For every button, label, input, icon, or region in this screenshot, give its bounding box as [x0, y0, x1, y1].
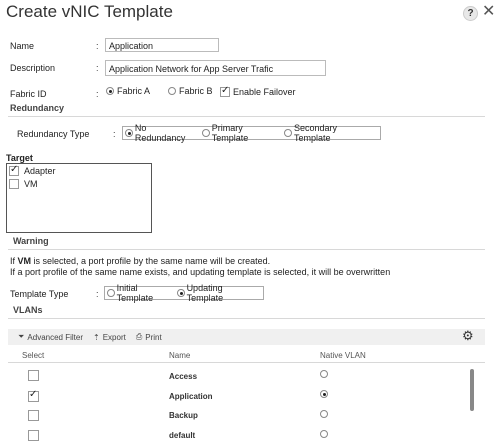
failover-checkbox[interactable] — [220, 85, 230, 97]
table-row[interactable] — [28, 389, 39, 403]
option-label: Secondary Template — [293, 123, 337, 143]
divider — [8, 116, 485, 117]
fabric-id-label: Fabric ID — [10, 89, 47, 99]
column-header-native-vlan[interactable]: Native VLAN — [320, 351, 366, 360]
target-list: Adapter VM — [6, 163, 152, 233]
radio-selected-icon[interactable] — [320, 389, 328, 398]
colon: : — [96, 63, 99, 73]
advanced-filter-label: Advanced Filter — [27, 332, 83, 342]
table-row[interactable] — [28, 370, 39, 382]
name-input[interactable]: Application — [105, 38, 219, 52]
native-vlan-radio[interactable] — [320, 388, 328, 398]
redundancy-type-label: Redundancy Type — [17, 129, 90, 139]
enable-failover-label: Enable Failover — [233, 87, 296, 97]
table-row[interactable] — [28, 410, 39, 422]
target-item-label: VM — [24, 178, 38, 189]
description-label: Description — [10, 63, 56, 73]
warning-text: is selected, a port profile by the same … — [31, 256, 271, 266]
description-input[interactable]: Application Network for App Server Trafi… — [105, 60, 326, 76]
colon: : — [96, 41, 99, 51]
vlan-name: Access — [169, 372, 198, 381]
redundancy-section-title: Redundancy — [10, 103, 65, 113]
redundancy-type-group: No Redundancy Primary Template Secondary… — [122, 123, 381, 143]
name-label: Name — [10, 41, 35, 51]
target-item-adapter[interactable]: Adapter — [7, 164, 151, 177]
fabric-b-label: Fabric B — [179, 86, 213, 96]
radio-unselected-icon[interactable] — [320, 409, 328, 418]
native-vlan-radio[interactable] — [320, 408, 328, 418]
row-select-checkbox[interactable] — [28, 430, 39, 442]
warning-emphasis: VM — [17, 256, 32, 266]
print-icon: ⎙ — [135, 332, 143, 341]
template-option-initial[interactable]: Initial Template — [107, 283, 173, 303]
template-option-updating[interactable]: Updating Template — [176, 283, 257, 303]
target-section-title: Target — [6, 153, 33, 163]
fabric-a-option[interactable]: Fabric A — [106, 86, 150, 96]
export-button[interactable]: ⇡ Export — [93, 333, 126, 342]
radio-selected-icon[interactable] — [106, 87, 114, 95]
enable-failover-option[interactable]: Enable Failover — [220, 85, 296, 97]
target-item-label: Adapter — [24, 165, 56, 176]
vlan-name: default — [169, 431, 196, 440]
print-label: Print — [145, 332, 162, 342]
radio-unselected-icon[interactable] — [320, 429, 328, 438]
radio-unselected-icon[interactable] — [320, 369, 328, 378]
warning-line-1: If VM is selected, a port profile by the… — [10, 256, 270, 266]
divider — [8, 318, 485, 319]
warning-text: If — [10, 256, 18, 266]
column-header-name[interactable]: Name — [169, 351, 190, 360]
redundancy-option-secondary[interactable]: Secondary Template — [284, 123, 374, 143]
gear-icon[interactable]: ⚙ — [462, 328, 474, 344]
option-label: Initial Template — [116, 283, 154, 303]
option-label: Updating Template — [186, 283, 224, 303]
template-type-label: Template Type — [10, 289, 69, 299]
adapter-checkbox[interactable] — [9, 164, 19, 176]
export-icon: ⇡ — [93, 332, 100, 342]
row-select-checkbox[interactable] — [28, 389, 39, 403]
row-select-checkbox[interactable] — [28, 410, 39, 422]
target-item-vm[interactable]: VM — [7, 177, 151, 190]
table-scrollbar[interactable] — [470, 369, 474, 411]
vm-checkbox[interactable] — [9, 178, 19, 189]
help-icon[interactable]: ? — [463, 6, 478, 21]
warning-line-2: If a port profile of the same name exist… — [10, 267, 391, 277]
redundancy-option-primary[interactable]: Primary Template — [201, 123, 280, 143]
advanced-filter-button[interactable]: ⏷ Advanced Filter — [18, 332, 83, 342]
table-row[interactable] — [28, 430, 39, 442]
colon: : — [113, 129, 116, 139]
radio-unselected-icon[interactable] — [201, 129, 210, 137]
radio-selected-icon[interactable] — [176, 289, 185, 297]
vlan-name: Application — [169, 392, 213, 401]
fabric-a-label: Fabric A — [117, 86, 151, 96]
dialog-title: Create vNIC Template — [6, 2, 173, 21]
radio-unselected-icon[interactable] — [107, 289, 115, 297]
redundancy-option-none[interactable]: No Redundancy — [125, 123, 198, 143]
option-label: Primary Template — [211, 123, 249, 143]
filter-icon: ⏷ — [18, 332, 25, 341]
print-button[interactable]: ⎙ Print — [136, 332, 162, 342]
radio-selected-icon[interactable] — [125, 129, 133, 137]
colon: : — [96, 89, 99, 99]
divider — [8, 362, 485, 363]
vlans-section-title: VLANs — [13, 305, 43, 315]
column-header-select[interactable]: Select — [22, 351, 44, 360]
warning-section-title: Warning — [13, 236, 49, 246]
colon: : — [96, 289, 99, 299]
fabric-b-option[interactable]: Fabric B — [168, 86, 213, 96]
native-vlan-radio[interactable] — [320, 428, 328, 438]
native-vlan-radio[interactable] — [320, 368, 328, 378]
divider — [8, 249, 485, 250]
vlan-toolbar: ⏷ Advanced Filter ⇡ Export ⎙ Print — [8, 329, 485, 345]
radio-unselected-icon[interactable] — [284, 129, 292, 137]
export-label: Export — [102, 332, 126, 342]
option-label: No Redundancy — [134, 123, 186, 143]
radio-unselected-icon[interactable] — [168, 87, 176, 95]
template-type-group: Initial Template Updating Template — [104, 283, 264, 303]
row-select-checkbox[interactable] — [28, 370, 39, 382]
vlan-name: Backup — [169, 411, 198, 420]
close-icon[interactable]: ✕ — [482, 3, 495, 21]
